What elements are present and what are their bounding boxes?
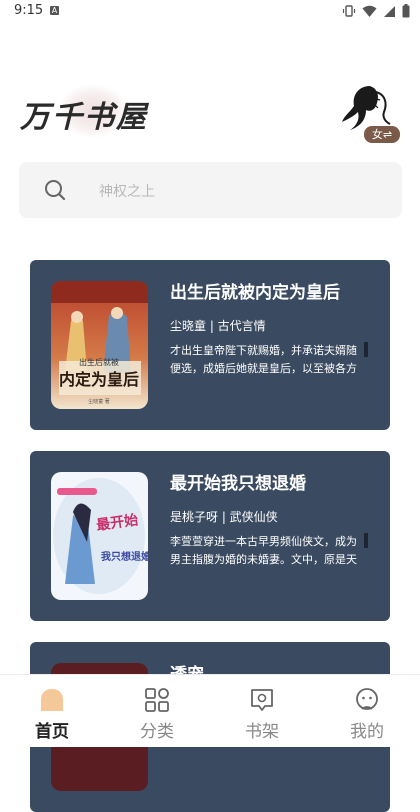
status-bar: 9:15 A bbox=[0, 0, 420, 24]
home-icon bbox=[41, 689, 63, 711]
bottom-tab-bar: 首页 分类 书架 我的 bbox=[0, 674, 420, 747]
book-meta: 是桃子呀 | 武侠仙侠 bbox=[170, 510, 278, 524]
wifi-icon bbox=[362, 5, 377, 17]
cover-title-line2: 我只想退婚 bbox=[101, 550, 148, 563]
tab-category-label: 分类 bbox=[140, 722, 174, 742]
tab-category[interactable]: 分类 bbox=[117, 675, 197, 747]
profile-icon bbox=[356, 688, 378, 710]
book-title[interactable]: 出生后就被内定为皇后 bbox=[170, 278, 340, 303]
book-card[interactable]: 最开始 我只想退婚 最开始我只想退婚 是桃子呀 | 武侠仙侠 李萱萱穿进一本古早… bbox=[30, 451, 390, 621]
book-description: 才出生皇帝陛下就赐婚，并承诺夫婿随便选，成婚后她就是皇后，以至被各方 bbox=[170, 344, 357, 375]
book-cover[interactable]: 出生后就被 内定为皇后 尘晓童 著 bbox=[51, 281, 148, 409]
system-icons bbox=[342, 4, 410, 18]
tab-home[interactable]: 首页 bbox=[12, 675, 92, 747]
tab-bookshelf[interactable]: 书架 bbox=[222, 675, 302, 747]
cover-title-line2: 内定为皇后 bbox=[59, 370, 139, 389]
female-silhouette-icon bbox=[342, 86, 391, 130]
signal-icon bbox=[384, 5, 395, 17]
gender-toggle[interactable]: 女⇌ bbox=[338, 82, 404, 144]
cover-author: 尘晓童 著 bbox=[88, 398, 110, 405]
notification-icon: A bbox=[50, 6, 59, 15]
tab-bookshelf-label: 书架 bbox=[245, 722, 279, 742]
status-time: 9:15 bbox=[14, 3, 44, 18]
tab-profile[interactable]: 我的 bbox=[327, 675, 407, 747]
description-scroll-indicator bbox=[364, 533, 368, 548]
book-card[interactable]: 出生后就被 内定为皇后 尘晓童 著 出生后就被内定为皇后 尘晓童 | 古代言情 … bbox=[30, 260, 390, 430]
app-logo: 万千书屋 bbox=[18, 82, 178, 142]
tab-home-label: 首页 bbox=[35, 722, 69, 742]
book-cover[interactable]: 最开始 我只想退婚 bbox=[51, 472, 148, 600]
description-scroll-indicator bbox=[364, 342, 368, 357]
gender-toggle-badge: 女⇌ bbox=[364, 126, 400, 143]
battery-icon bbox=[402, 4, 410, 18]
bookshelf-icon bbox=[251, 689, 273, 711]
vibrate-icon bbox=[342, 5, 356, 17]
book-description: 李萱萱穿进一本古早男频仙侠文，成为男主指腹为婚的未婚妻。文中，原是天 bbox=[170, 535, 357, 566]
search-icon bbox=[45, 180, 66, 201]
book-title[interactable]: 最开始我只想退婚 bbox=[170, 469, 306, 494]
search-placeholder: 神权之上 bbox=[99, 184, 155, 200]
book-meta: 尘晓童 | 古代言情 bbox=[170, 319, 266, 333]
logo-text: 万千书屋 bbox=[20, 100, 148, 135]
cover-title-line1: 出生后就被 bbox=[79, 357, 119, 367]
tab-profile-label: 我的 bbox=[350, 722, 384, 742]
search-bar[interactable]: 神权之上 bbox=[19, 162, 402, 218]
category-icon bbox=[145, 688, 169, 712]
